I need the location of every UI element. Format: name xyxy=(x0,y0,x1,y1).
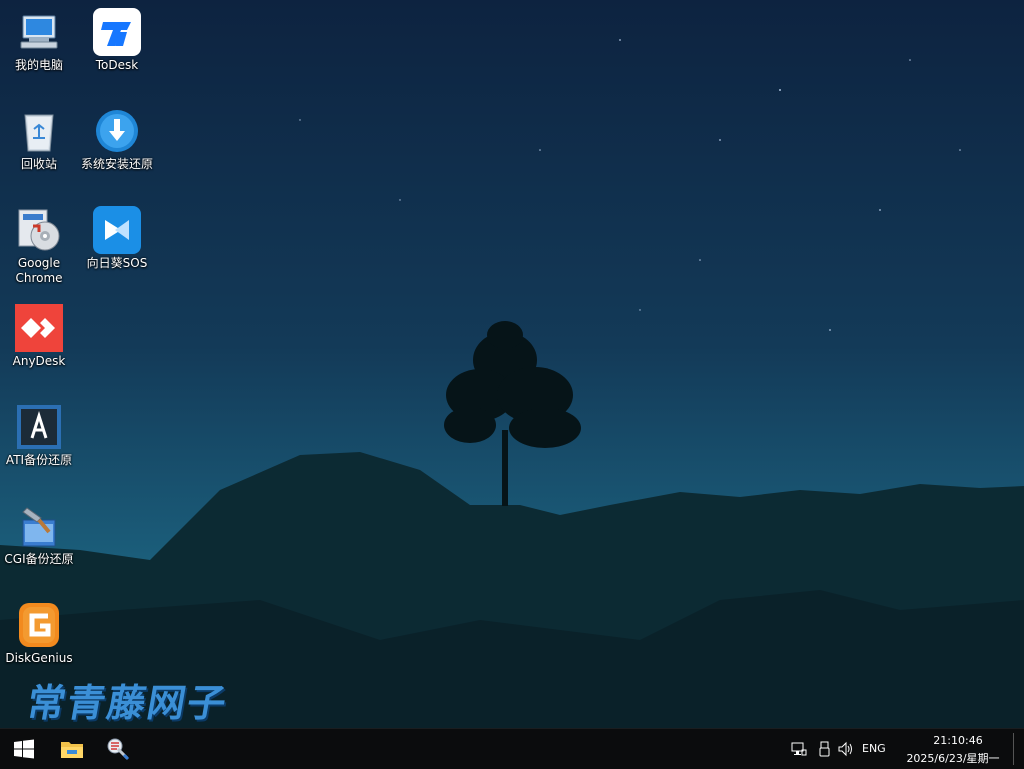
desktop-icon-label: 系统安装还原 xyxy=(80,157,153,171)
network-icon[interactable] xyxy=(791,741,807,757)
system-install-restore-icon xyxy=(96,110,138,152)
sunlogin-sos-icon xyxy=(93,206,141,254)
clock-date[interactable]: 2025/6/23/星期一 xyxy=(898,750,1008,766)
desktop-icon-label: AnyDesk xyxy=(12,354,66,368)
watermark-text: 常青藤网子 xyxy=(23,681,232,725)
cgi-backup-icon xyxy=(22,507,56,547)
taskbar-file-explorer[interactable] xyxy=(52,729,92,769)
show-desktop-button[interactable] xyxy=(1013,733,1022,765)
desktop-icon-label: ToDesk xyxy=(95,58,139,72)
desktop-icon-cgi-backup[interactable]: CGI备份还原 xyxy=(1,502,77,567)
todesk-icon xyxy=(93,8,141,56)
recycle-bin-icon xyxy=(24,114,54,152)
desktop-icon-todesk[interactable]: ToDesk xyxy=(79,8,155,73)
desktop-icon-google-chrome[interactable]: Google Chrome xyxy=(1,206,77,286)
taskbar: ENG 21:10:46 2025/6/23/星期一 xyxy=(0,728,1024,769)
ati-backup-icon xyxy=(17,405,61,449)
usb-icon[interactable] xyxy=(817,741,833,757)
desktop-icon-label: CGI备份还原 xyxy=(4,552,74,566)
file-explorer-icon xyxy=(61,742,83,758)
desktop-icon-system-install[interactable]: 系统安装还原 xyxy=(79,107,155,172)
desktop-icon-ati-backup[interactable]: ATI备份还原 xyxy=(1,403,77,468)
input-language-indicator[interactable]: ENG xyxy=(862,742,886,755)
start-button[interactable] xyxy=(4,729,44,769)
desktop-icon-diskgenius[interactable]: DiskGenius xyxy=(1,601,77,666)
taskbar-tool-app[interactable] xyxy=(98,729,138,769)
desktop-icon-anydesk[interactable]: AnyDesk xyxy=(1,304,77,369)
chrome-installer-icon xyxy=(18,209,60,251)
desktop-icon-label: Google Chrome xyxy=(15,256,63,285)
desktop-icon-label: 我的电脑 xyxy=(14,58,63,72)
volume-icon[interactable] xyxy=(838,741,854,757)
desktop-icon-label: DiskGenius xyxy=(5,651,73,665)
desktop-icon-recycle-bin[interactable]: 回收站 xyxy=(1,107,77,172)
tool-app-icon xyxy=(107,738,130,761)
anydesk-icon xyxy=(15,304,63,352)
desktop-icon-sunlogin-sos[interactable]: 向日葵SOS xyxy=(79,206,155,271)
desktop-icon-label: ATI备份还原 xyxy=(5,453,73,467)
windows-start-icon xyxy=(14,739,34,759)
computer-icon xyxy=(20,15,58,49)
desktop-icon-my-computer[interactable]: 我的电脑 xyxy=(1,8,77,73)
clock-time[interactable]: 21:10:46 xyxy=(920,734,996,747)
desktop-icon-label: 回收站 xyxy=(20,157,57,171)
diskgenius-icon xyxy=(19,603,59,647)
desktop-icon-label: 向日葵SOS xyxy=(86,256,148,270)
